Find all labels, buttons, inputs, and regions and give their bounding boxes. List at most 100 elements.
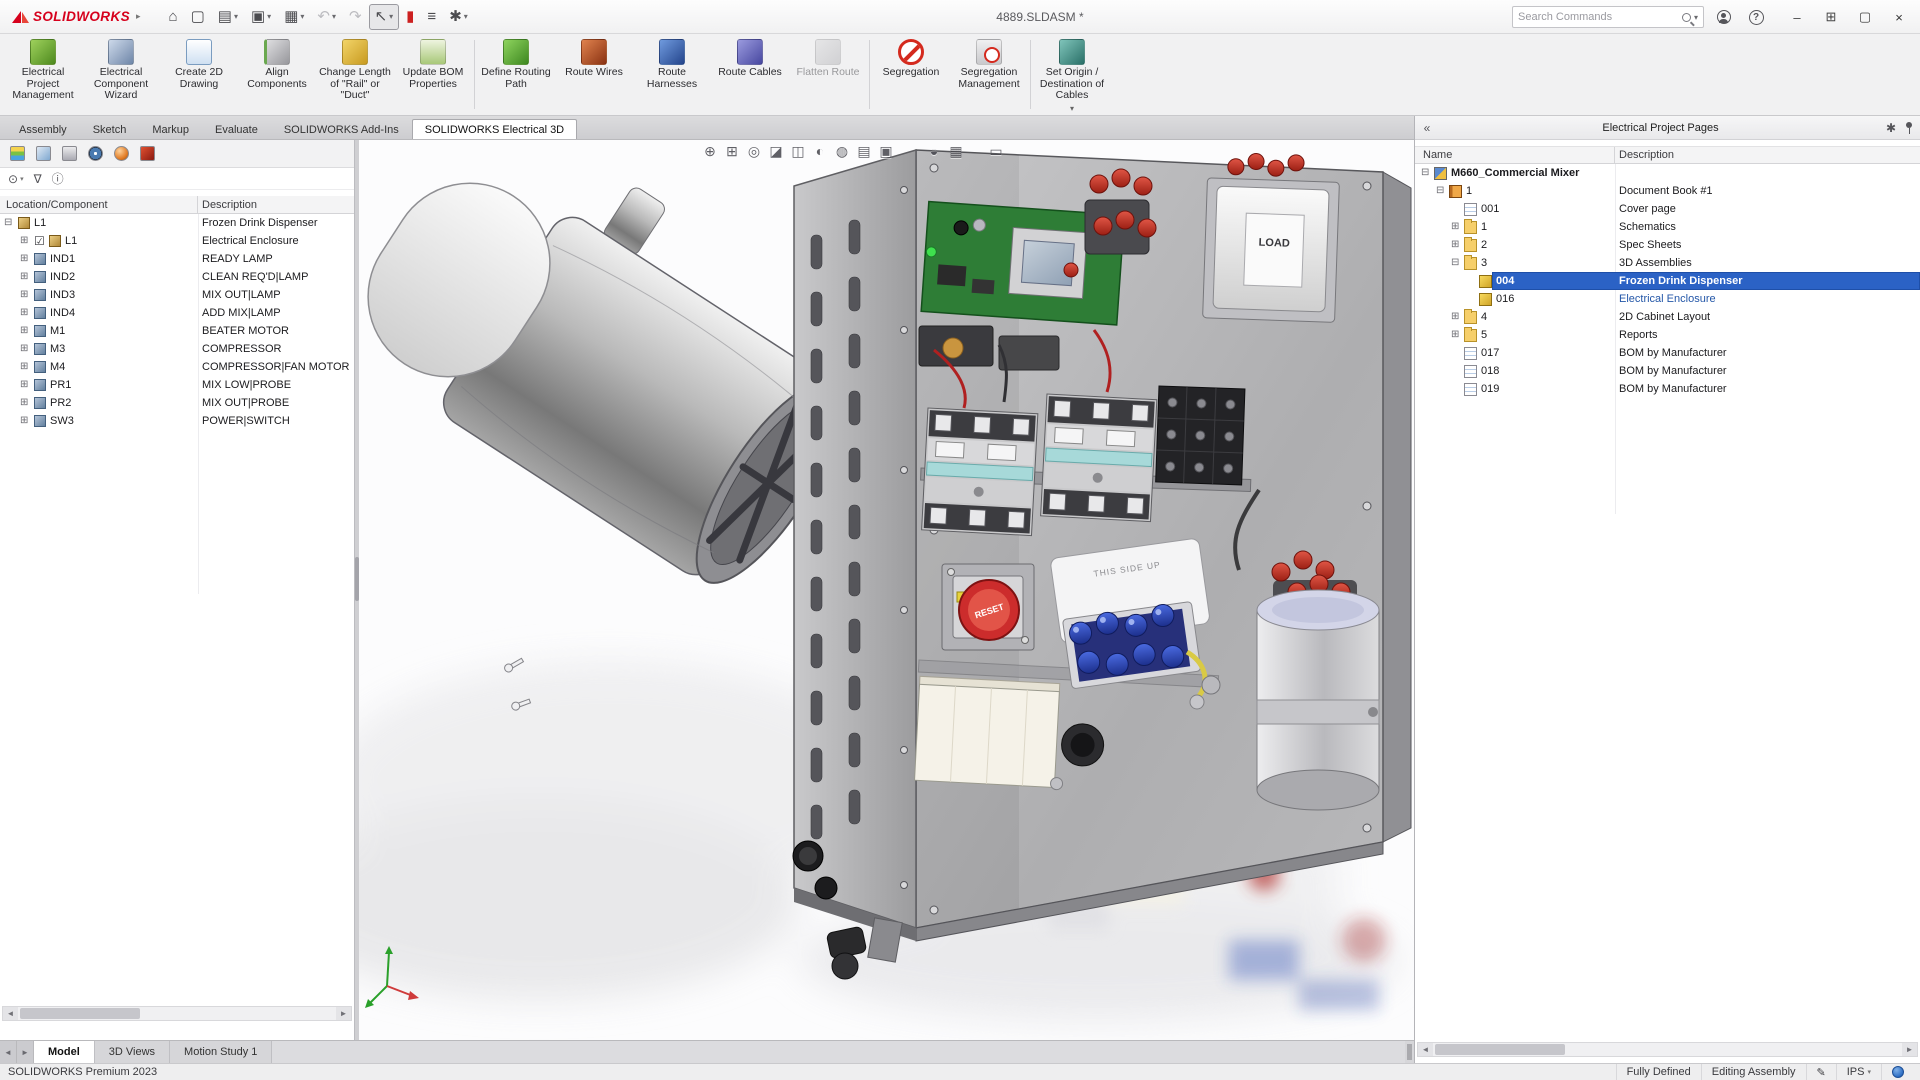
solidworks-electrical-tab[interactable]	[138, 145, 156, 163]
scrollbar-track[interactable]	[1433, 1043, 1902, 1056]
tab-markup[interactable]: Markup	[139, 119, 202, 139]
feature-tree-row[interactable]: ⊞M3COMPRESSOR	[0, 340, 354, 358]
user-account-button[interactable]	[1714, 7, 1734, 27]
tree-expander-icon[interactable]: ⊞	[20, 412, 28, 430]
search-input[interactable]	[1518, 11, 1679, 23]
tab-bar-splitter[interactable]	[1407, 1044, 1412, 1060]
visibility-checkbox[interactable]: ☑	[34, 232, 45, 250]
toolbar-flyout-icon[interactable]: ▸	[136, 11, 141, 22]
segregation-management-button[interactable]: Segregation Management	[950, 34, 1028, 115]
project-page-row[interactable]: 017BOM by Manufacturer	[1415, 344, 1920, 362]
update-bom-properties-button[interactable]: Update BOM Properties	[394, 34, 472, 115]
home-button[interactable]: ⌂	[163, 4, 184, 30]
scroll-left-button[interactable]: ◄	[1418, 1043, 1433, 1056]
tree-expander-icon[interactable]: ⊞	[20, 322, 28, 340]
align-components-button[interactable]: Align Components	[238, 34, 316, 115]
collapse-panel-icon[interactable]: «	[1415, 121, 1439, 135]
feature-tree-row[interactable]: ⊞IND2CLEAN REQ'D|LAMP	[0, 268, 354, 286]
restore-button[interactable]: ▢	[1848, 3, 1882, 31]
tree-expander-icon[interactable]: ⊞	[20, 358, 28, 376]
splitter-handle[interactable]	[355, 557, 359, 601]
open-button[interactable]: ▤▾	[212, 4, 244, 30]
project-page-row[interactable]: ⊞42D Cabinet Layout	[1415, 308, 1920, 326]
zoom-fit-icon[interactable]: ⊕	[699, 143, 721, 160]
feature-tree-row[interactable]: ⊞IND4ADD MIX|LAMP	[0, 304, 354, 322]
route-wires-button[interactable]: Route Wires	[555, 34, 633, 115]
dimxpertmanager-tab[interactable]	[86, 145, 104, 163]
select-button[interactable]: ↖▾	[369, 4, 400, 30]
electrical-component-wizard-button[interactable]: Electrical Component Wizard	[82, 34, 160, 115]
scroll-right-button[interactable]: ►	[336, 1007, 351, 1020]
tree-expander-icon[interactable]: ⊞	[1451, 218, 1459, 236]
minimize-button[interactable]: –	[1780, 3, 1814, 31]
tree-expander-icon[interactable]: ⊞	[1451, 236, 1459, 254]
help-button[interactable]: ?	[1746, 7, 1766, 27]
tab-solidworks-add-ins[interactable]: SOLIDWORKS Add-Ins	[271, 119, 412, 139]
tab-sketch[interactable]: Sketch	[80, 119, 140, 139]
tree-expander-icon[interactable]: ⊞	[1451, 326, 1459, 344]
previous-view-icon[interactable]: ◎	[743, 143, 765, 160]
panel-settings-gear-icon[interactable]: ✱	[1882, 121, 1900, 135]
scroll-left-button[interactable]: ◄	[3, 1007, 18, 1020]
tile-windows-button[interactable]: ⊞	[1814, 3, 1848, 31]
displaymanager-tab[interactable]	[112, 145, 130, 163]
zoom-area-icon[interactable]: ⊞	[721, 143, 743, 160]
feature-tree-row[interactable]: ⊞M4COMPRESSOR|FAN MOTOR	[0, 358, 354, 376]
project-page-row[interactable]: 019BOM by Manufacturer	[1415, 380, 1920, 398]
project-page-row[interactable]: 004Frozen Drink Dispenser	[1415, 272, 1920, 290]
tree-expander-icon[interactable]: ⊟	[4, 214, 12, 232]
unit-system-selector[interactable]: IPS▾	[1836, 1064, 1881, 1080]
route-harnesses-button[interactable]: Route Harnesses	[633, 34, 711, 115]
tree-expander-icon[interactable]: ⊞	[20, 250, 28, 268]
tree-expander-icon[interactable]: ⊞	[1451, 308, 1459, 326]
create-2d-drawing-button[interactable]: Create 2D Drawing	[160, 34, 238, 115]
undo-button[interactable]: ↶▾	[311, 4, 342, 30]
tab-scroll-left-button[interactable]: ◄	[0, 1041, 17, 1063]
tree-expander-icon[interactable]: ⊞	[20, 304, 28, 322]
featuremanager-design-tree-tab[interactable]	[8, 145, 26, 163]
segregation-button[interactable]: Segregation	[872, 34, 950, 115]
scrollbar-thumb[interactable]	[20, 1008, 140, 1019]
view-orientation-icon[interactable]: ▣	[875, 143, 897, 160]
close-button[interactable]: ×	[1882, 3, 1916, 31]
tree-expander-icon[interactable]: ⊟	[1451, 254, 1459, 272]
project-page-row[interactable]: ⊟M660_Commercial Mixer	[1415, 164, 1920, 182]
route-cables-button[interactable]: Route Cables	[711, 34, 789, 115]
print-button[interactable]: ▦▾	[278, 4, 310, 30]
electrical-project-management-button[interactable]: Electrical Project Management	[4, 34, 82, 115]
camera-icon[interactable]: ◒	[923, 143, 945, 159]
tree-expander-icon[interactable]: ⊟	[1421, 164, 1429, 182]
tree-expander-icon[interactable]: ⊟	[1436, 182, 1444, 200]
flatten-route-button[interactable]: Flatten Route	[789, 34, 867, 115]
model-tab-model[interactable]: Model	[34, 1041, 95, 1063]
instant3d-icon[interactable]: ▦	[945, 143, 967, 160]
project-page-row[interactable]: 016Electrical Enclosure	[1415, 290, 1920, 308]
fullscreen-icon[interactable]: ▭	[985, 143, 1007, 160]
change-length-of-rail-or-duct-button[interactable]: Change Length of "Rail" or "Duct"	[316, 34, 394, 115]
feature-tree-row[interactable]: ⊞IND1READY LAMP	[0, 250, 354, 268]
project-horizontal-scrollbar[interactable]: ◄►	[1417, 1042, 1918, 1057]
define-routing-path-button[interactable]: Define Routing Path	[477, 34, 555, 115]
scroll-right-button[interactable]: ►	[1902, 1043, 1917, 1056]
file-properties-button[interactable]: ≡	[421, 4, 442, 30]
options-button[interactable]: ✱▾	[443, 4, 474, 30]
redo-button[interactable]: ↷	[343, 4, 368, 30]
feature-tree-row[interactable]: ⊞PR2MIX OUT|PROBE	[0, 394, 354, 412]
display-style-icon[interactable]: ◫	[787, 143, 809, 160]
edit-appearance-icon[interactable]: ◍	[831, 143, 853, 160]
tree-expander-icon[interactable]: ⊞	[20, 232, 28, 250]
model-tab-motion-study-1[interactable]: Motion Study 1	[170, 1041, 272, 1063]
save-button[interactable]: ▣▾	[245, 4, 277, 30]
panel-splitter[interactable]	[355, 140, 359, 1040]
tree-expander-icon[interactable]: ⊞	[20, 394, 28, 412]
tab-scroll-right-button[interactable]: ►	[17, 1041, 34, 1063]
tab-solidworks-electrical-3d[interactable]: SOLIDWORKS Electrical 3D	[412, 119, 577, 139]
feature-tree-row[interactable]: ⊞IND3MIX OUT|LAMP	[0, 286, 354, 304]
feature-tree-row[interactable]: ⊞SW3POWER|SWITCH	[0, 412, 354, 430]
solidworks-logo[interactable]: SOLIDWORKS	[0, 9, 130, 25]
project-page-row[interactable]: ⊞1Schematics	[1415, 218, 1920, 236]
section-view-icon[interactable]: ◪	[765, 143, 787, 160]
tree-expander-icon[interactable]: ⊞	[20, 286, 28, 304]
configurationmanager-tab[interactable]	[60, 145, 78, 163]
tab-assembly[interactable]: Assembly	[6, 119, 80, 139]
